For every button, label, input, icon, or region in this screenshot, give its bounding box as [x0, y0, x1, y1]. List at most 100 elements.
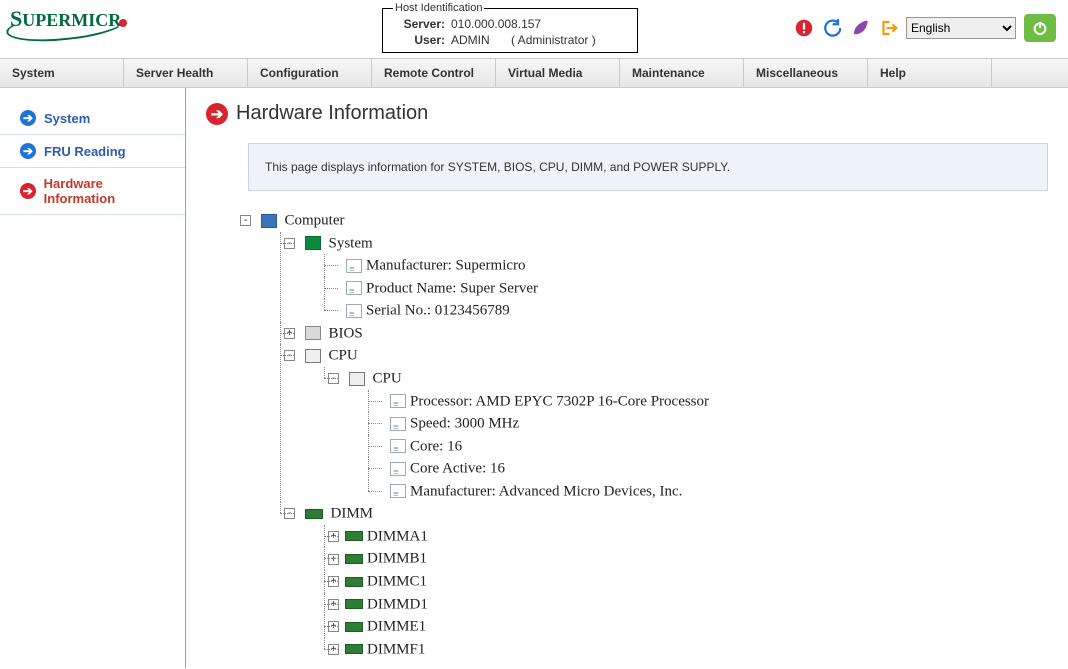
tree-label: DIMM: [331, 506, 374, 522]
collapse-icon[interactable]: -: [328, 373, 339, 384]
tree-label: Manufacturer: Supermicro: [366, 258, 526, 274]
tree-node-dimm-slot[interactable]: + DIMMB1: [324, 547, 1048, 570]
tree-leaf: Serial No.: 0123456789: [324, 299, 1048, 322]
nav-miscellaneous[interactable]: Miscellaneous: [744, 59, 868, 87]
expand-icon[interactable]: +: [328, 621, 339, 632]
system-icon: [305, 236, 321, 250]
nav-virtual-media[interactable]: Virtual Media: [496, 59, 620, 87]
nav-remote-control[interactable]: Remote Control: [372, 59, 496, 87]
sidebar-item-hardware-information[interactable]: ➔ Hardware Information: [0, 168, 185, 215]
user-role: ( Administrator ): [493, 33, 596, 47]
expand-icon[interactable]: +: [328, 644, 339, 655]
nav-spacer: [992, 59, 1068, 87]
chip-icon: [305, 326, 321, 340]
tree-node-computer[interactable]: - Computer - System Manufacturer: Superm…: [236, 209, 1048, 660]
tree-node-cpu-inner[interactable]: - CPU Processor: AMD EPYC 7302P 16-Core …: [324, 367, 1048, 502]
tree-label: DIMMC1: [367, 574, 427, 590]
tree-node-dimm-slot[interactable]: + DIMME1: [324, 615, 1048, 638]
logout-icon[interactable]: [878, 18, 898, 38]
arrow-right-icon: ➔: [20, 110, 36, 126]
tree-label: Product Name: Super Server: [366, 280, 538, 296]
host-identification-box: Host Identification Server: 010.000.008.…: [380, 2, 640, 53]
document-icon: [390, 462, 406, 476]
tree-label: DIMME1: [367, 619, 426, 635]
power-button[interactable]: [1024, 14, 1056, 42]
tree-node-system[interactable]: - System Manufacturer: Supermicro Produc…: [280, 232, 1048, 322]
leaf-icon[interactable]: [850, 18, 870, 38]
dimm-icon: [345, 644, 363, 654]
nav-system[interactable]: System: [0, 59, 124, 87]
expand-icon[interactable]: +: [284, 328, 295, 339]
arrow-right-icon: ➔: [20, 143, 36, 159]
nav-help[interactable]: Help: [868, 59, 992, 87]
tree-leaf: Product Name: Super Server: [324, 277, 1048, 300]
dimm-icon: [345, 599, 363, 609]
arrow-right-icon: ➔: [206, 103, 228, 125]
tree-label: Core: 16: [410, 438, 462, 454]
computer-icon: [261, 214, 277, 228]
tree-node-cpu[interactable]: - CPU - CPU Processor: AMD EPYC 7302P 16…: [280, 344, 1048, 502]
content-area: ➔ Hardware Information This page display…: [186, 88, 1068, 668]
tree-label: BIOS: [329, 325, 363, 341]
document-icon: [346, 281, 362, 295]
tree-leaf: Core: 16: [368, 435, 1048, 458]
arrow-right-icon: ➔: [20, 183, 36, 199]
info-box: This page displays information for SYSTE…: [248, 143, 1048, 191]
tree-leaf: Speed: 3000 MHz: [368, 412, 1048, 435]
tree-node-dimm-slot[interactable]: + DIMMD1: [324, 593, 1048, 616]
tree-label: Serial No.: 0123456789: [366, 303, 510, 319]
tree-node-dimm[interactable]: - DIMM +DIMMA1 + DIMMB1 + DIMMC1 + DIMMD1 +…: [280, 502, 1048, 660]
dimm-icon: [345, 531, 363, 541]
cpu-icon: [305, 349, 321, 363]
header-actions: English: [794, 14, 1056, 42]
language-select[interactable]: English: [906, 17, 1016, 39]
alert-icon[interactable]: [794, 18, 814, 38]
tree-leaf: Processor: AMD EPYC 7302P 16-Core Proces…: [368, 390, 1048, 413]
tree-leaf: Core Active: 16: [368, 457, 1048, 480]
sidebar: ➔ System ➔ FRU Reading ➔ Hardware Inform…: [0, 88, 186, 668]
expand-icon[interactable]: +: [328, 531, 339, 542]
tree-node-dimm-slot[interactable]: + DIMMC1: [324, 570, 1048, 593]
expand-icon[interactable]: +: [328, 576, 339, 587]
sidebar-item-system[interactable]: ➔ System: [0, 102, 185, 135]
tree-label: Speed: 3000 MHz: [410, 416, 519, 432]
document-icon: [346, 259, 362, 273]
collapse-icon[interactable]: -: [284, 238, 295, 249]
collapse-icon[interactable]: -: [240, 215, 251, 226]
document-icon: [390, 394, 406, 408]
tree-label: Manufacturer: Advanced Micro Devices, In…: [410, 483, 682, 499]
dimm-icon: [345, 622, 363, 632]
tree-node-bios[interactable]: + BIOS: [280, 322, 1048, 345]
tree-leaf: Manufacturer: Advanced Micro Devices, In…: [368, 480, 1048, 503]
tree-label: DIMMD1: [367, 596, 428, 612]
document-icon: [390, 484, 406, 498]
hardware-tree: - Computer - System Manufacturer: Superm…: [236, 209, 1048, 660]
refresh-icon[interactable]: [822, 18, 842, 38]
tree-label: System: [329, 235, 373, 251]
collapse-icon[interactable]: -: [284, 508, 295, 519]
tree-label: DIMMB1: [367, 551, 427, 567]
nav-maintenance[interactable]: Maintenance: [620, 59, 744, 87]
tree-node-dimm-slot[interactable]: +DIMMF1: [324, 638, 1048, 661]
dimm-icon: [345, 577, 363, 587]
tree-label: CPU: [329, 348, 358, 364]
user-value: ADMIN: [451, 33, 490, 47]
nav-server-health[interactable]: Server Health: [124, 59, 248, 87]
expand-icon[interactable]: +: [328, 554, 339, 565]
page-title: ➔ Hardware Information: [206, 102, 1048, 125]
sidebar-item-label: System: [44, 111, 90, 126]
sidebar-item-fru-reading[interactable]: ➔ FRU Reading: [0, 135, 185, 168]
collapse-icon[interactable]: -: [284, 350, 295, 361]
document-icon: [390, 439, 406, 453]
expand-icon[interactable]: +: [328, 599, 339, 610]
user-label: User:: [393, 32, 451, 48]
tree-label: CPU: [373, 371, 402, 387]
server-value: 010.000.008.157: [451, 16, 627, 32]
tree-node-dimm-slot[interactable]: +DIMMA1: [324, 525, 1048, 548]
dimm-icon: [305, 509, 323, 519]
dimm-icon: [345, 554, 363, 564]
cpu-icon: [349, 372, 365, 386]
document-icon: [390, 417, 406, 431]
nav-configuration[interactable]: Configuration: [248, 59, 372, 87]
host-legend: Host Identification: [393, 2, 484, 14]
